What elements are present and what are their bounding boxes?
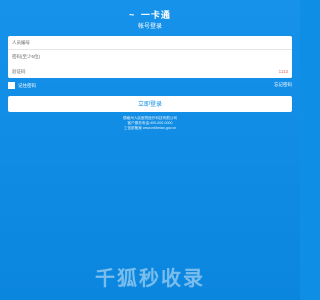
login-page: ~ 一卡通 帐号登录 人员编号 密码(至少6位) 验证码 1113 记住密码 忘… [0,0,300,300]
footer-icp: 工信部备案 www.miibeian.gov.cn [123,126,177,130]
app-logo: ~ 一卡通 [0,8,300,21]
login-button[interactable]: 立即登录 [8,96,292,112]
captcha-code[interactable]: 1113 [279,66,288,78]
remember-password[interactable]: 记住密码 [8,82,36,89]
watermark-text: 千狐秒收录 [95,268,205,290]
logo-mark-icon: ~ [129,10,136,20]
page-subtitle: 帐号登录 [137,24,162,30]
username-field[interactable]: 人员编号 [8,36,292,50]
captcha-placeholder: 验证码 [12,69,26,74]
logo-text: 一卡通 [140,10,171,20]
remember-checkbox[interactable] [8,82,15,89]
password-field[interactable]: 密码(至少6位) [8,50,292,64]
captcha-field[interactable]: 验证码 1113 [8,66,292,78]
forgot-password-link[interactable]: 忘记密码 [274,82,292,88]
footer: 德格州人民医院医疗科技有限公司 客户服务电话:400-000-0000 工信部备… [0,116,300,131]
remember-label: 记住密码 [18,82,36,88]
